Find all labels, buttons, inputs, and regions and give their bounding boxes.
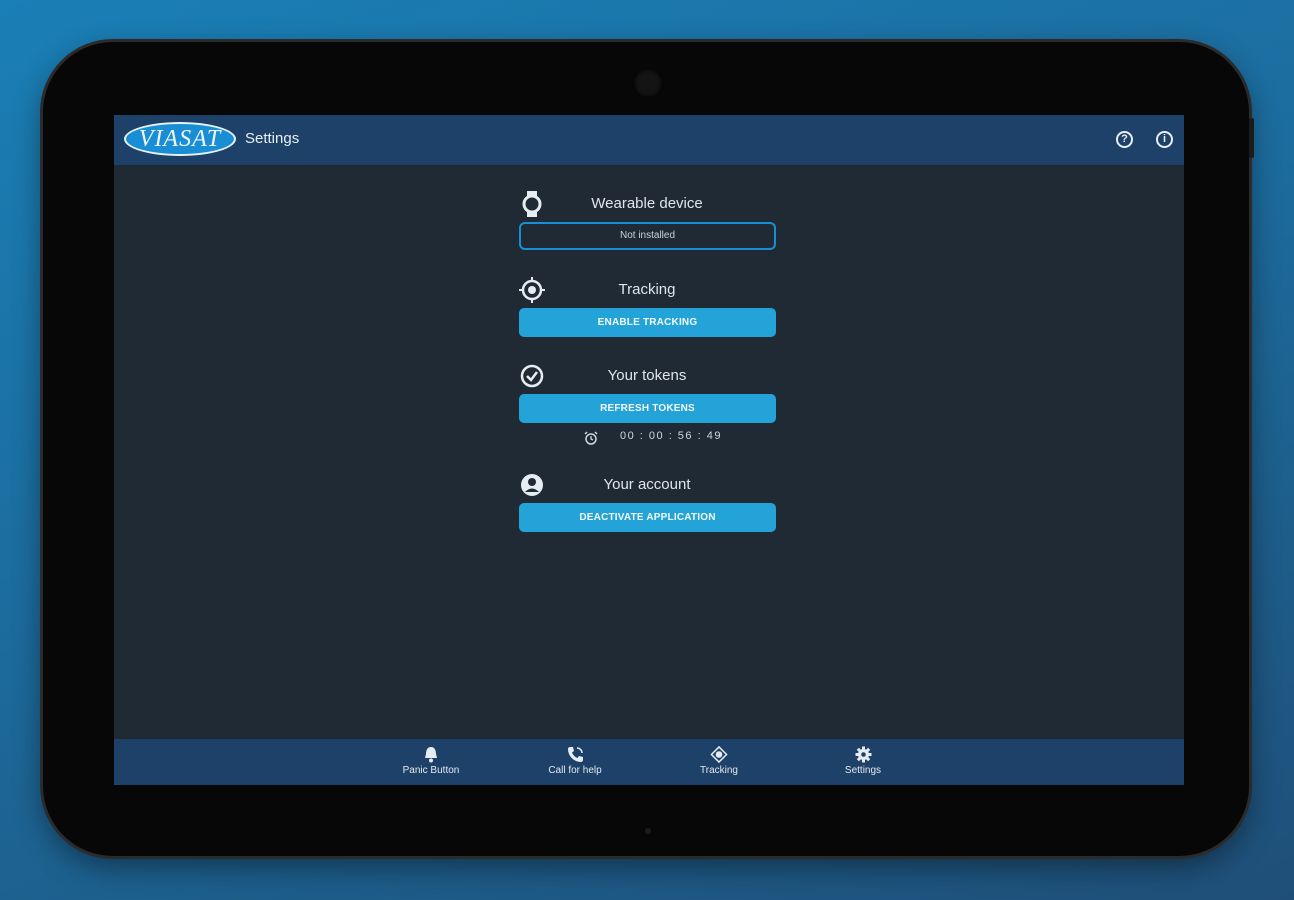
alarm-clock-icon: [584, 431, 598, 450]
sensor-dot: [645, 828, 651, 834]
app-screen: VIASAT Settings ? i Wearable device Not …: [114, 115, 1184, 785]
bell-icon: [386, 746, 476, 763]
side-button: [1249, 118, 1254, 158]
enable-tracking-button[interactable]: ENABLE TRACKING: [519, 308, 776, 337]
wearable-section-header: Wearable device: [518, 190, 776, 218]
front-camera: [634, 69, 662, 97]
target-icon: [674, 745, 764, 764]
refresh-tokens-button[interactable]: REFRESH TOKENS: [519, 394, 776, 423]
nav-tracking[interactable]: Tracking: [674, 745, 764, 782]
viasat-logo: VIASAT: [124, 122, 236, 156]
nav-panic-button[interactable]: Panic Button: [386, 746, 476, 782]
bottom-navigation: Panic Button Call for help Tracking Sett…: [114, 739, 1184, 785]
nav-call-for-help[interactable]: Call for help: [530, 746, 620, 782]
phone-icon: [530, 746, 620, 763]
tracking-title: Tracking: [618, 281, 676, 298]
nav-label: Settings: [844, 765, 882, 776]
account-section-header: Your account: [518, 471, 776, 499]
page-title: Settings: [245, 130, 300, 147]
info-icon[interactable]: i: [1156, 131, 1173, 148]
tokens-title: Your tokens: [607, 367, 687, 384]
nav-label: Tracking: [700, 765, 738, 776]
wearable-title: Wearable device: [591, 195, 703, 212]
tokens-section-header: Your tokens: [518, 362, 776, 390]
token-countdown: 00 : 00 : 56 : 49: [620, 430, 722, 442]
wearable-status-field: Not installed: [519, 222, 776, 250]
help-icon[interactable]: ?: [1116, 131, 1133, 148]
tracking-section-header: Tracking: [518, 276, 776, 304]
nav-settings[interactable]: Settings: [818, 746, 908, 782]
nav-label: Panic Button: [402, 765, 460, 776]
token-timer: 00 : 00 : 56 : 49: [584, 430, 734, 446]
top-app-bar: VIASAT Settings ? i: [114, 115, 1184, 165]
deactivate-application-button[interactable]: DEACTIVATE APPLICATION: [519, 503, 776, 532]
gear-icon: [818, 746, 908, 763]
nav-label: Call for help: [548, 765, 602, 776]
account-title: Your account: [603, 476, 691, 493]
